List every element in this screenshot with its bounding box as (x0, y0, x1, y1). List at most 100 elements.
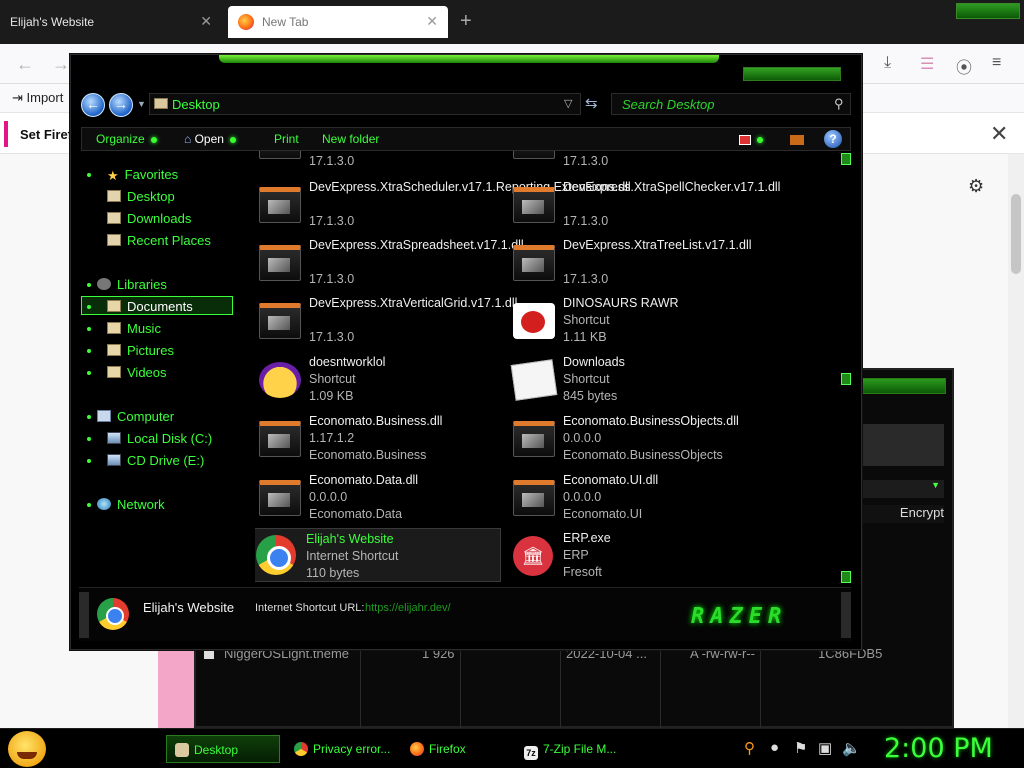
profile-icon[interactable]: ☰ (920, 54, 934, 74)
file-item[interactable]: DevExpress.XtraSpellChecker.v17.1.dll 17… (509, 179, 780, 233)
menu-icon[interactable]: ≡ (992, 54, 1001, 72)
nav-pictures[interactable]: Pictures (87, 343, 174, 361)
action-center-flag-icon[interactable]: ⚑ (794, 739, 807, 757)
download-icon[interactable]: ⤓ (884, 54, 891, 72)
forward-arrow-icon[interactable]: → (52, 54, 70, 75)
print-button[interactable]: Print (274, 132, 299, 146)
browser-scrollbar[interactable] (1008, 154, 1024, 728)
nav-computer[interactable]: Computer (87, 409, 174, 427)
nav-favorites[interactable]: ★ Favorites (87, 167, 178, 185)
scroll-up-arrow[interactable] (841, 153, 851, 165)
refresh-icon[interactable]: ⇆ (585, 94, 598, 112)
explorer-window-controls[interactable] (743, 67, 841, 81)
forward-button[interactable]: → (109, 93, 133, 117)
expand-bullet-icon[interactable] (87, 349, 91, 353)
search-input[interactable]: Search Desktop ⚲ (611, 93, 851, 115)
file-item[interactable]: DevExpress.XtraVerticalGrid.v17.1.dll 17… (255, 295, 517, 349)
scrollbar-thumb[interactable] (1011, 194, 1021, 274)
close-tab-icon[interactable]: ✕ (426, 13, 438, 30)
status-icon[interactable]: ● (770, 739, 779, 756)
hard-drive-icon (107, 432, 121, 444)
file-item[interactable]: Economato.UI.dll 0.0.0.0 Economato.UI (509, 472, 755, 526)
chrome-icon (256, 535, 296, 575)
taskbar-clock[interactable]: 2:00 PM (884, 733, 993, 764)
file-item[interactable]: Economato.BusinessObjects.dll 0.0.0.0 Ec… (509, 413, 755, 467)
expand-bullet-icon[interactable] (87, 371, 91, 375)
file-item[interactable]: DINOSAURS RAWR Shortcut 1.11 KB (509, 295, 755, 349)
nav-libraries[interactable]: Libraries (87, 277, 167, 295)
address-bar[interactable]: Desktop ▽ (149, 93, 581, 115)
browser-tab-elijahs-website[interactable]: Elijah's Website ✕ (0, 6, 222, 38)
search-icon[interactable]: ⚲ (834, 96, 844, 112)
file-description: Economato.Business (309, 448, 427, 462)
nav-videos[interactable]: Videos (87, 365, 167, 383)
nav-label: Local Disk (C:) (127, 431, 213, 446)
expand-bullet-icon[interactable] (87, 305, 91, 309)
volume-icon[interactable]: 🔈 (842, 739, 861, 757)
extensions-icon[interactable]: ⦿ (956, 54, 972, 78)
close-tab-icon[interactable]: ✕ (200, 13, 212, 30)
nav-recent-places[interactable]: Recent Places (107, 233, 211, 251)
nav-cd-drive[interactable]: CD Drive (E:) (87, 453, 205, 471)
file-item[interactable]: DevExpress.XtraTreeList.v17.1.dll 17.1.3… (509, 237, 755, 291)
expand-bullet-icon[interactable] (87, 173, 91, 177)
file-name: doesntworklol (309, 355, 386, 369)
chevron-down-icon[interactable]: ▽ (564, 97, 572, 110)
gear-icon[interactable]: ⚙ (968, 176, 984, 197)
sevenzip-address-dropdown[interactable]: ▼ (862, 480, 944, 498)
file-item[interactable]: Economato.Data.dll 0.0.0.0 Economato.Dat… (255, 472, 501, 526)
expand-bullet-icon[interactable] (87, 459, 91, 463)
expand-bullet-icon[interactable] (87, 283, 91, 287)
import-bookmarks-link[interactable]: ⇥ Import (12, 90, 63, 106)
file-list-scrollbar[interactable] (841, 151, 851, 587)
details-url[interactable]: https://elijahr.dev/ (365, 602, 451, 614)
file-item[interactable]: DevExpress.XtraScheduler.v17.1.Reporting… (255, 179, 631, 233)
nav-label: CD Drive (E:) (127, 453, 205, 468)
file-item[interactable]: Downloads Shortcut 845 bytes (509, 354, 755, 408)
network-icon[interactable]: ▣ (818, 739, 832, 757)
nav-network[interactable]: Network (87, 497, 165, 515)
expand-bullet-icon[interactable] (87, 437, 91, 441)
browser-window-controls[interactable] (956, 3, 1020, 19)
expand-bullet-icon[interactable] (87, 503, 91, 507)
taskbar-item-firefox[interactable]: Firefox (402, 735, 510, 763)
taskbar-item-chrome[interactable]: Privacy error... (286, 735, 394, 763)
sevenzip-window-controls[interactable] (862, 378, 946, 394)
close-icon[interactable]: ✕ (990, 121, 1008, 147)
nav-label: Documents (127, 299, 193, 314)
sevenzip-file-row[interactable]: NiggerOSLight.theme 1 926 2022-10-04 ...… (200, 646, 950, 726)
expand-bullet-icon[interactable] (87, 415, 91, 419)
help-icon[interactable]: ? (824, 130, 842, 148)
organize-button[interactable]: Organize (96, 132, 157, 146)
search-icon[interactable]: ⚲ (744, 739, 755, 757)
file-version: 17.1.3.0 (309, 272, 355, 286)
browser-tab-new-tab[interactable]: New Tab ✕ (228, 6, 448, 38)
new-folder-button[interactable]: New folder (322, 132, 379, 146)
details-edge (79, 592, 89, 638)
back-button[interactable]: ← (81, 93, 105, 117)
preview-pane-icon[interactable] (790, 134, 805, 145)
file-item-selected[interactable]: Elijah's Website Internet Shortcut 110 b… (255, 528, 501, 582)
bank-icon: 🏛 (513, 536, 553, 576)
recent-pages-dropdown-icon[interactable]: ▼ (137, 99, 146, 109)
start-button[interactable] (8, 731, 46, 767)
open-button[interactable]: ⌂ Open (184, 132, 236, 146)
nav-documents[interactable]: Documents (87, 299, 193, 317)
sevenzip-column-encrypt[interactable]: Encrypt (862, 505, 944, 523)
file-item[interactable]: doesntworklol Shortcut 1.09 KB (255, 354, 501, 408)
taskbar-item-desktop[interactable]: Desktop (166, 735, 280, 763)
file-item[interactable]: DevExpress.XtraSpreadsheet.v17.1.dll 17.… (255, 237, 524, 291)
nav-music[interactable]: Music (87, 321, 161, 339)
file-item[interactable]: 🏛 ERP.exe ERP Fresoft (509, 530, 755, 583)
taskbar-item-7zip[interactable]: 7z 7-Zip File M... (516, 735, 624, 763)
scrollbar-thumb[interactable] (841, 373, 851, 385)
file-item[interactable]: Economato.Business.dll 1.17.1.2 Economat… (255, 413, 501, 467)
view-options-icon[interactable] (738, 134, 751, 145)
back-arrow-icon[interactable]: ← (16, 54, 34, 75)
new-tab-plus-icon[interactable]: + (460, 10, 472, 33)
nav-downloads[interactable]: Downloads (107, 211, 191, 229)
expand-bullet-icon[interactable] (87, 327, 91, 331)
nav-desktop[interactable]: Desktop (107, 189, 175, 207)
scroll-down-arrow[interactable] (841, 571, 851, 583)
nav-local-disk[interactable]: Local Disk (C:) (87, 431, 213, 449)
